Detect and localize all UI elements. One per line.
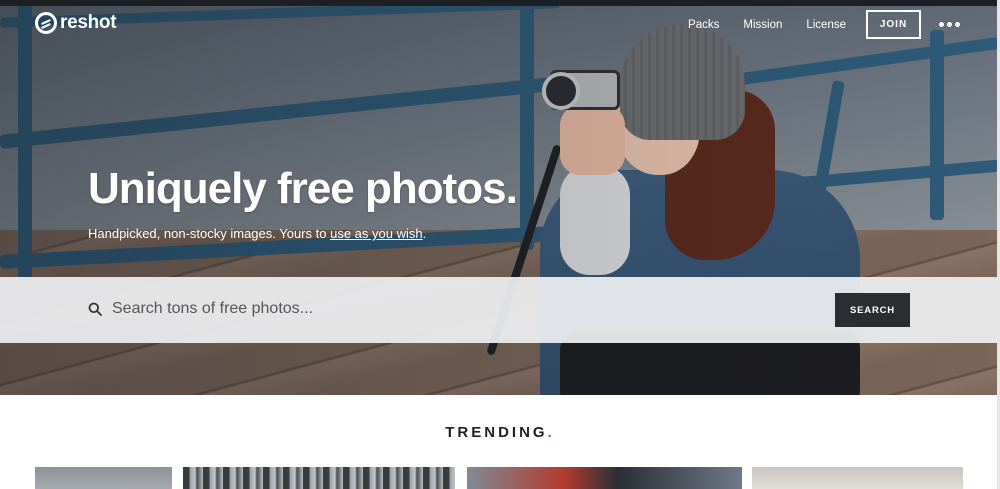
trending-heading: TRENDING. [0, 424, 1000, 441]
subline-text: Handpicked, non-stocky images. Yours to [88, 226, 331, 241]
hero-subline: Handpicked, non-stocky images. Yours to … [88, 226, 426, 241]
trending-accent-dot: . [547, 424, 555, 441]
search-icon [88, 302, 102, 316]
hero-headline: Uniquely free photos. [88, 164, 518, 213]
dot [955, 22, 960, 27]
more-dots-icon[interactable] [939, 22, 960, 27]
license-link[interactable]: use as you wish [330, 226, 423, 241]
top-edge [0, 0, 1000, 6]
nav-link-license[interactable]: License [806, 19, 846, 31]
nav-link-mission[interactable]: Mission [743, 19, 782, 31]
brand-name: reshot [60, 12, 117, 33]
top-nav: Packs Mission License JOIN [664, 10, 960, 39]
trending-thumbnail[interactable] [183, 467, 455, 489]
subline-suffix: . [422, 226, 427, 241]
trending-thumbnail[interactable] [35, 467, 172, 489]
search-button[interactable]: SEARCH [835, 293, 910, 327]
trending-thumbnail[interactable] [752, 467, 963, 489]
brand-logo[interactable]: reshot [35, 12, 117, 34]
dot [947, 22, 952, 27]
trending-thumbnail[interactable] [467, 467, 742, 489]
trending-title: TRENDING [445, 424, 548, 441]
join-button[interactable]: JOIN [866, 10, 921, 39]
reshot-logo-icon [35, 12, 57, 34]
dot [939, 22, 944, 27]
nav-link-packs[interactable]: Packs [688, 19, 719, 31]
search-input[interactable] [112, 296, 812, 322]
